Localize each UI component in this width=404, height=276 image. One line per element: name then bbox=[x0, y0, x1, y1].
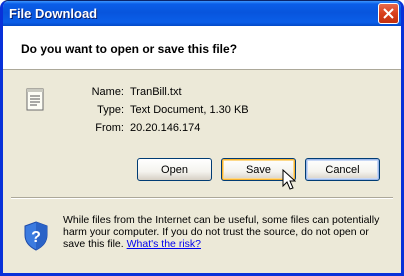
close-icon bbox=[383, 8, 394, 19]
cancel-button[interactable]: Cancel bbox=[305, 158, 380, 181]
type-value: Text Document, 1.30 KB bbox=[130, 104, 249, 116]
dialog-header: Do you want to open or save this file? bbox=[3, 26, 401, 70]
svg-text:?: ? bbox=[31, 229, 41, 246]
type-label: Type: bbox=[97, 104, 124, 116]
open-button[interactable]: Open bbox=[137, 158, 212, 181]
file-name-row: Name: TranBill.txt bbox=[3, 86, 401, 102]
file-type-row: Type: Text Document, 1.30 KB bbox=[3, 104, 401, 120]
from-label: From: bbox=[95, 122, 124, 134]
warning-text: While files from the Internet can be use… bbox=[63, 214, 380, 250]
dialog-title: File Download bbox=[9, 6, 98, 21]
mouse-pointer-icon bbox=[282, 169, 296, 190]
warning-message: While files from the Internet can be use… bbox=[63, 214, 391, 250]
shield-question-icon: ? bbox=[24, 221, 48, 251]
name-value: TranBill.txt bbox=[130, 86, 182, 98]
file-from-row: From: 20.20.146.174 bbox=[3, 122, 401, 138]
whats-the-risk-link[interactable]: What's the risk? bbox=[127, 238, 201, 250]
separator bbox=[11, 197, 393, 199]
title-bar[interactable]: File Download bbox=[3, 1, 401, 26]
close-button[interactable] bbox=[378, 3, 399, 24]
file-download-dialog: File Download Do you want to open or sav… bbox=[0, 0, 404, 276]
from-value: 20.20.146.174 bbox=[130, 122, 201, 134]
name-label: Name: bbox=[91, 86, 124, 98]
question-text: Do you want to open or save this file? bbox=[21, 42, 238, 56]
